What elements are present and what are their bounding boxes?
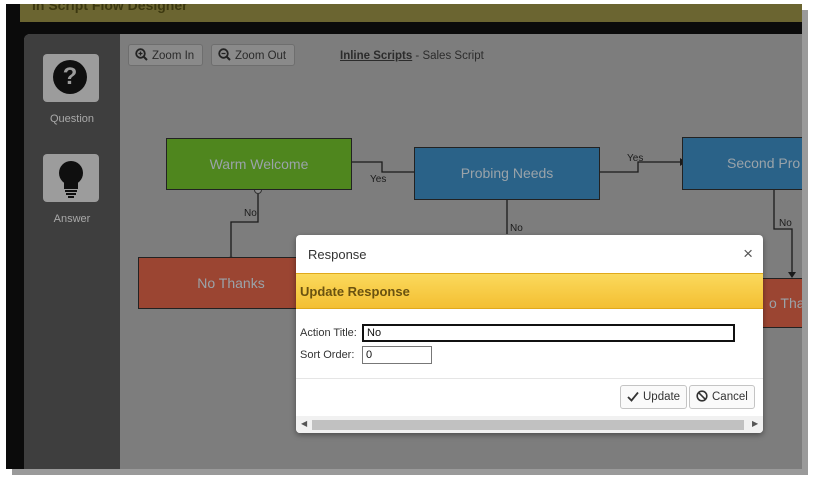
scroll-right-arrow-icon[interactable]: ▶ bbox=[752, 419, 758, 428]
cancel-button-label: Cancel bbox=[712, 391, 748, 403]
sort-order-input[interactable] bbox=[362, 346, 432, 364]
edge-label-probing-no: No bbox=[510, 223, 523, 234]
flow-node-warm-welcome[interactable]: Warm Welcome bbox=[166, 138, 352, 190]
check-icon bbox=[627, 391, 639, 402]
update-button[interactable]: Update bbox=[620, 385, 688, 409]
update-button-label: Update bbox=[643, 391, 681, 403]
flow-node-warm-welcome-label: Warm Welcome bbox=[209, 156, 309, 172]
action-title-label: Action Title: bbox=[300, 327, 357, 339]
close-icon[interactable]: × bbox=[743, 244, 753, 264]
flow-node-probing-needs-label: Probing Needs bbox=[460, 165, 554, 181]
dialog-horizontal-scrollbar[interactable]: ◀ ▶ bbox=[296, 416, 763, 433]
scrollbar-thumb[interactable] bbox=[312, 420, 744, 430]
flow-node-no-thanks-label: No Thanks bbox=[197, 275, 265, 291]
dialog-footer-divider bbox=[296, 378, 763, 379]
flow-node-probing-needs[interactable]: Probing Needs bbox=[414, 147, 600, 200]
dialog-title: Response bbox=[308, 247, 367, 262]
edge-label-probing-yes: Yes bbox=[627, 153, 644, 164]
header-title: In Script Flow Designer bbox=[32, 4, 188, 13]
response-dialog: Response × Update Response Action Title:… bbox=[296, 235, 763, 433]
cancel-button[interactable]: Cancel bbox=[689, 385, 755, 409]
edge-label-welcome-yes: Yes bbox=[370, 174, 387, 185]
flow-node-no-thanks-right-label: o Tha bbox=[769, 295, 802, 311]
flow-node-second-prompt-label: Second Pro bbox=[727, 155, 801, 171]
sort-order-label: Sort Order: bbox=[300, 349, 355, 361]
flow-node-second-prompt[interactable]: Second Pro bbox=[682, 137, 802, 190]
scroll-left-arrow-icon[interactable]: ◀ bbox=[301, 419, 307, 428]
dialog-banner-title: Update Response bbox=[300, 284, 410, 299]
ban-icon bbox=[696, 390, 708, 402]
dialog-banner: Update Response bbox=[296, 273, 763, 309]
edge-label-welcome-no: No bbox=[244, 208, 257, 219]
action-title-input[interactable] bbox=[362, 324, 735, 342]
edge-label-second-no: No bbox=[779, 218, 792, 229]
header-bar: In Script Flow Designer bbox=[20, 4, 802, 22]
